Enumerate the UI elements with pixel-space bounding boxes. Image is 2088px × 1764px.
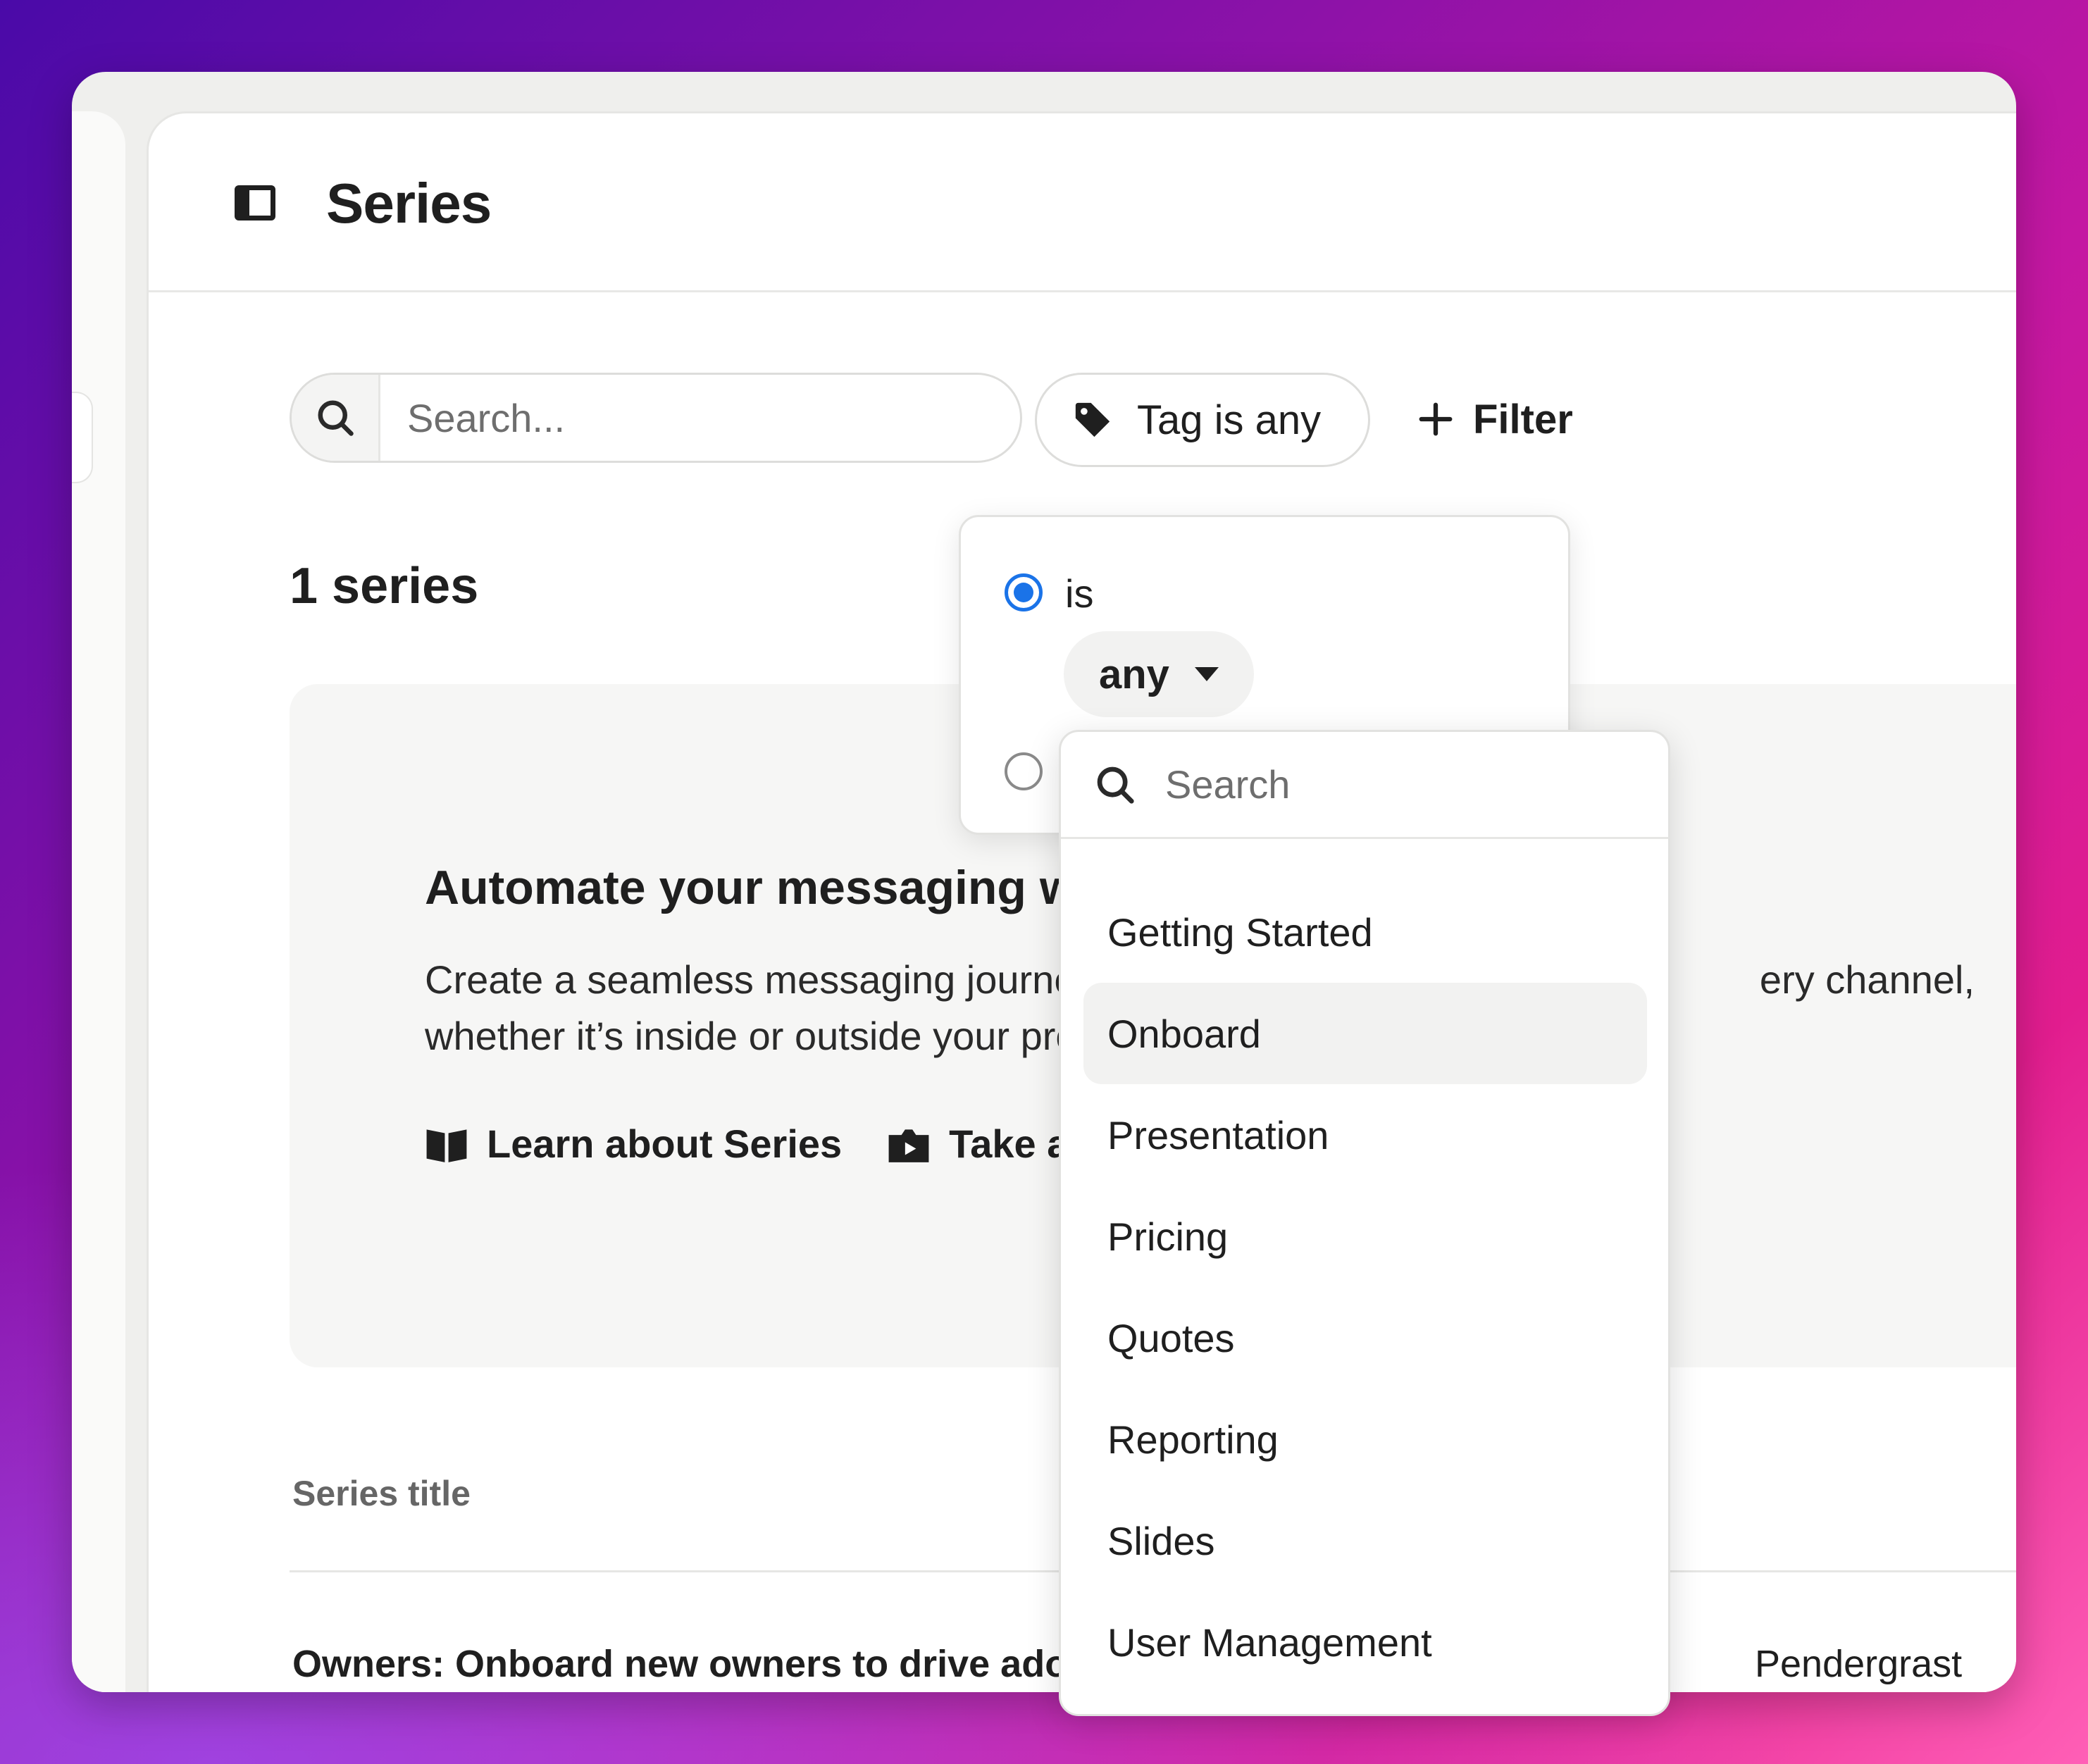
add-filter-button[interactable]: Filter — [1417, 377, 1573, 461]
table-row-title[interactable]: Owners: Onboard new owners to drive ado.… — [292, 1642, 1100, 1686]
sidebar-toggle-icon[interactable] — [235, 185, 275, 220]
tag-filter-label: Tag is any — [1137, 397, 1322, 443]
learn-about-series-label: Learn about Series — [487, 1122, 843, 1166]
learn-about-series-link[interactable]: Learn about Series — [425, 1121, 842, 1167]
caret-down-icon — [1194, 667, 1219, 681]
tag-option[interactable]: Quotes — [1083, 1287, 1647, 1389]
left-nav-handle[interactable] — [72, 392, 93, 483]
operator-other-radio[interactable] — [1005, 752, 1043, 790]
series-count: 1 series — [290, 558, 479, 614]
operator-is-label: is — [1065, 571, 1094, 616]
tag-option[interactable]: Slides — [1083, 1490, 1647, 1591]
page-title: Series — [326, 172, 492, 235]
book-icon — [426, 1129, 467, 1162]
promo-description-line1: Create a seamless messaging journey — [425, 957, 1096, 1002]
tag-icon — [1075, 402, 1110, 437]
tag-search-box[interactable] — [1061, 732, 1668, 839]
series-search-box[interactable] — [290, 373, 1022, 463]
tag-option[interactable]: Presentation — [1083, 1084, 1647, 1186]
operator-is-radio[interactable] — [1005, 573, 1043, 611]
app-window: Series Tag is any Filter — [72, 72, 2016, 1692]
table-row-owner: Pendergrast — [1755, 1643, 1963, 1685]
tag-option[interactable]: Pricing — [1083, 1186, 1647, 1287]
left-nav-strip — [72, 111, 125, 1692]
tag-options-dropdown: Getting Started Onboard Presentation Pri… — [1059, 730, 1670, 1716]
search-icon — [1097, 766, 1134, 804]
series-search-input[interactable] — [380, 395, 986, 441]
page-header: Series — [149, 113, 2016, 292]
search-icon — [292, 375, 380, 461]
video-icon — [888, 1129, 929, 1162]
tag-value-select[interactable]: any — [1064, 631, 1254, 717]
tag-option[interactable]: User Management — [1083, 1591, 1647, 1693]
tag-filter-chip[interactable]: Tag is any — [1035, 373, 1370, 467]
promo-description-line1-end: ery channel, — [1759, 957, 1975, 1002]
add-filter-label: Filter — [1473, 396, 1573, 442]
tag-value-select-label: any — [1099, 651, 1169, 697]
column-header-series-title[interactable]: Series title — [292, 1473, 471, 1514]
tag-option[interactable]: Reporting — [1083, 1389, 1647, 1490]
promo-links: Learn about Series Take a to — [425, 1121, 1162, 1167]
tag-options-list: Getting Started Onboard Presentation Pri… — [1083, 881, 1647, 1693]
tag-option[interactable]: Getting Started — [1083, 881, 1647, 983]
promo-title: Automate your messaging wi — [425, 861, 1090, 914]
tag-option[interactable]: Onboard — [1083, 983, 1647, 1084]
tag-search-input[interactable] — [1165, 762, 1644, 807]
plus-icon — [1419, 402, 1453, 436]
